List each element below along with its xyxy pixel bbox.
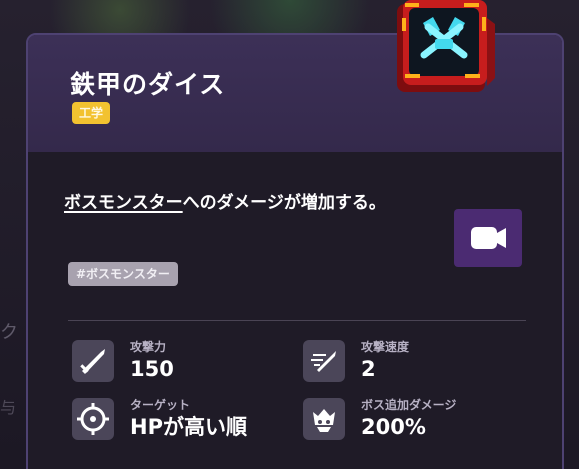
stat-label: ターゲット (130, 398, 191, 412)
speed-sword-icon (303, 340, 345, 382)
stats-divider (68, 320, 526, 321)
stat-label: 攻撃力 (130, 340, 167, 354)
stat-boss-damage: ボス追加ダメージ 200% (303, 398, 513, 443)
background-text-partial-2: 与 (0, 398, 17, 417)
stat-attack: 攻撃力 150 (72, 340, 282, 385)
background-text-partial-1: ク (0, 322, 18, 343)
dice-crossed-hammers-icon (389, 0, 497, 103)
target-icon (72, 398, 114, 440)
stat-value: 200% (361, 415, 426, 439)
sword-icon (72, 340, 114, 382)
stat-value: 2 (361, 357, 376, 381)
stat-label: 攻撃速度 (361, 340, 410, 354)
stat-target: ターゲット HPが高い順 (72, 398, 282, 443)
item-description-rest: へのダメージが増加する。 (182, 193, 386, 213)
boss-monster-link[interactable]: ボスモンスター (64, 193, 183, 213)
stat-label: ボス追加ダメージ (361, 398, 457, 412)
video-button[interactable] (454, 209, 522, 267)
boss-skull-icon (303, 398, 345, 440)
stat-attack-speed: 攻撃速度 2 (303, 340, 513, 385)
stat-value: 150 (130, 357, 174, 381)
item-category-tag: 工学 (72, 102, 111, 124)
item-description: ボスモンスターへのダメージが増加する。 (64, 190, 409, 217)
keyword-chip[interactable]: #ボスモンスター (68, 262, 178, 286)
item-title: 鉄甲のダイス (70, 70, 226, 99)
stat-value: HPが高い順 (130, 415, 247, 439)
video-camera-icon (471, 227, 506, 249)
